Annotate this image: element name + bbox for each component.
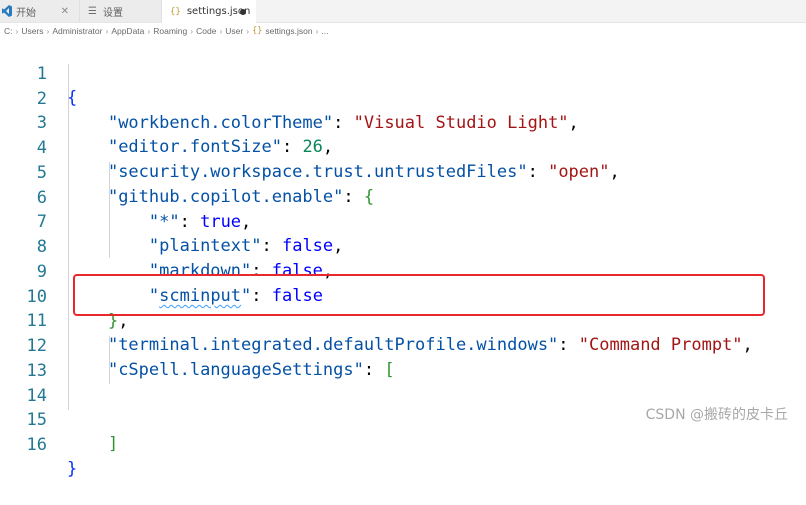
tab-label: 设置 [102,7,123,19]
breadcrumb-item[interactable]: settings.json [265,26,312,36]
code-editor[interactable]: 1 { 2 "workbench.colorTheme": "Visual St… [0,38,806,479]
tab-settings[interactable]: ☰ 设置 [80,0,162,22]
code-line: 3 "editor.fontSize": 26, [0,87,806,157]
code-line: 1 { [0,38,806,108]
tab-label: 开始 [16,7,36,19]
code-line: 2 "workbench.colorTheme": "Visual Studio… [0,63,806,133]
watermark: CSDN @搬砖的皮卡丘 [645,407,788,423]
code-line: 14 [0,360,806,406]
breadcrumb-item[interactable]: Roaming [153,26,187,36]
code-line: 5 "github.copilot.enable": { [0,137,806,207]
code-line: 13 [0,335,806,381]
code-line: 4 "security.workspace.trust.untrustedFil… [0,112,806,182]
breadcrumb-item[interactable]: Administrator [52,26,102,36]
code-line: 6 "*": true, [0,162,806,232]
gear-icon: ☰ [88,5,97,17]
json-braces-icon: {} [252,26,263,36]
line-number: 16 [26,435,47,455]
close-icon[interactable]: ✕ [61,6,69,17]
breadcrumb-item[interactable]: ... [321,26,328,36]
unsaved-dot-icon[interactable] [240,8,246,15]
code-line: 7 "plaintext": false, [0,186,806,256]
breadcrumb: C: › Users › Administrator › AppData › Roami… [4,26,329,36]
breadcrumb-item[interactable]: Code [196,26,216,36]
tab-bar: 开始 ✕ ☰ 设置 {} settings.json [0,0,806,23]
breadcrumb-item[interactable]: Users [21,26,43,36]
vscode-icon [2,5,12,17]
breadcrumb-item[interactable]: User [225,26,243,36]
json-brace: } [67,459,78,479]
breadcrumb-item[interactable]: C: [4,26,13,36]
code-line: 8 "markdown": false, [0,211,806,281]
code-line: 9 "scminput": false [0,236,806,306]
tab-welcome[interactable]: 开始 ✕ [0,0,80,22]
breadcrumb-item[interactable]: AppData [111,26,144,36]
highlight-box [73,274,765,316]
tab-settings-json[interactable]: {} settings.json [162,0,256,23]
json-bracket: ] [107,434,119,454]
json-braces-icon: {} [170,6,181,17]
